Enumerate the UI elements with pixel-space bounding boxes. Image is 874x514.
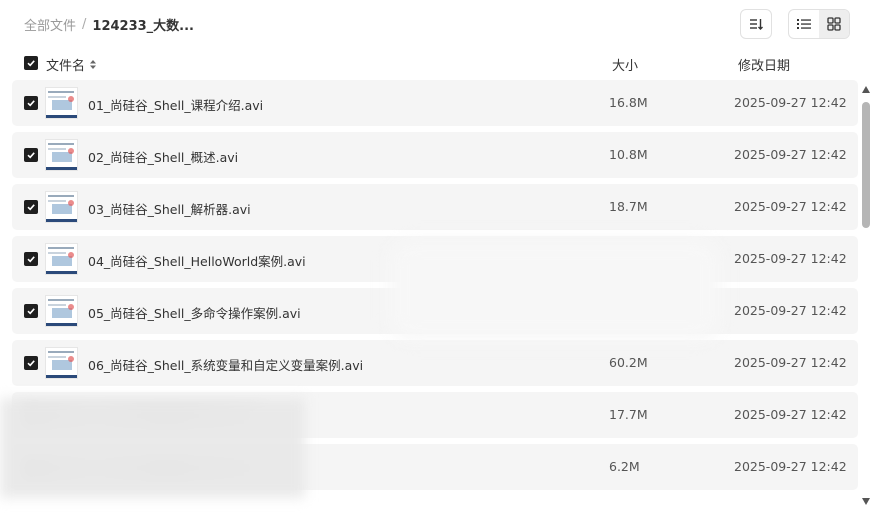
row-checkbox[interactable] <box>24 96 38 110</box>
scroll-down-arrow-icon[interactable] <box>862 498 870 505</box>
video-thumbnail <box>45 139 78 171</box>
scroll-up-arrow-icon[interactable] <box>862 86 870 93</box>
name-column-header[interactable]: 文件名 <box>46 55 97 74</box>
file-modified-date: 2025-09-27 12:42 <box>734 147 847 162</box>
file-size: 16.8M <box>609 95 648 110</box>
video-thumbnail <box>45 191 78 223</box>
size-column-header[interactable]: 大小 <box>612 55 638 74</box>
file-row[interactable]: 03_尚硅谷_Shell_解析器.avi 18.7M 2025-09-27 12:4… <box>12 184 858 230</box>
file-modified-date: 2025-09-27 12:42 <box>734 459 847 474</box>
video-thumbnail <box>45 87 78 119</box>
file-name[interactable]: 03_尚硅谷_Shell_解析器.avi <box>88 199 251 218</box>
checkmark-icon <box>27 360 35 367</box>
column-header: 文件名 大小 修改日期 <box>0 48 874 80</box>
file-modified-date: 2025-09-27 12:42 <box>734 95 847 110</box>
list-view-icon <box>797 19 811 29</box>
checkmark-icon <box>27 100 35 107</box>
row-checkbox[interactable] <box>24 356 38 370</box>
scroll-thumb[interactable] <box>862 102 870 228</box>
blurred-region-bottom <box>0 398 305 498</box>
view-toggle <box>788 9 850 39</box>
checkmark-icon <box>27 204 35 211</box>
breadcrumb-separator: / <box>82 17 87 32</box>
grid-view-icon <box>827 17 841 31</box>
row-checkbox[interactable] <box>24 200 38 214</box>
row-checkbox[interactable] <box>24 148 38 162</box>
file-modified-date: 2025-09-27 12:42 <box>734 303 847 318</box>
file-name[interactable]: 06_尚硅谷_Shell_系统变量和自定义变量案例.avi <box>88 355 363 374</box>
file-name[interactable]: 04_尚硅谷_Shell_HelloWorld案例.avi <box>88 251 306 270</box>
sort-button[interactable] <box>740 9 772 39</box>
video-thumbnail <box>45 243 78 275</box>
video-thumbnail <box>45 347 78 379</box>
sort-icon <box>750 19 763 30</box>
file-name[interactable]: 02_尚硅谷_Shell_概述.avi <box>88 147 238 166</box>
file-modified-date: 2025-09-27 12:42 <box>734 407 847 422</box>
date-column-header[interactable]: 修改日期 <box>738 55 790 74</box>
name-column-label: 文件名 <box>46 59 86 74</box>
file-size: 6.2M <box>609 459 640 474</box>
list-view-button[interactable] <box>789 10 819 38</box>
checkmark-icon <box>27 308 35 315</box>
file-name[interactable]: 01_尚硅谷_Shell_课程介绍.avi <box>88 95 263 114</box>
file-size: 18.7M <box>609 199 648 214</box>
file-name[interactable]: 05_尚硅谷_Shell_多命令操作案例.avi <box>88 303 301 322</box>
breadcrumb-current-folder: 124233_大数... <box>92 19 194 34</box>
row-checkbox[interactable] <box>24 304 38 318</box>
checkmark-icon <box>27 152 35 159</box>
file-size: 17.7M <box>609 407 648 422</box>
file-size: 10.8M <box>609 147 648 162</box>
file-modified-date: 2025-09-27 12:42 <box>734 355 847 370</box>
video-thumbnail <box>45 295 78 327</box>
file-modified-date: 2025-09-27 12:42 <box>734 199 847 214</box>
file-size: 60.2M <box>609 355 648 370</box>
file-row[interactable]: 01_尚硅谷_Shell_课程介绍.avi 16.8M 2025-09-27 12:… <box>12 80 858 126</box>
grid-view-button[interactable] <box>819 10 849 38</box>
breadcrumb-root-link[interactable]: 全部文件 <box>24 15 76 34</box>
row-checkbox[interactable] <box>24 252 38 266</box>
file-row[interactable]: 06_尚硅谷_Shell_系统变量和自定义变量案例.avi 60.2M 2025-0… <box>12 340 858 386</box>
top-bar: 全部文件 / 124233_大数... <box>0 0 874 48</box>
select-all-check[interactable] <box>24 56 38 70</box>
checkmark-icon <box>27 256 35 263</box>
sort-arrows-icon <box>90 60 97 69</box>
file-modified-date: 2025-09-27 12:42 <box>734 251 847 266</box>
checkmark-icon <box>27 60 35 67</box>
scrollbar[interactable] <box>861 86 871 510</box>
select-all-checkbox[interactable] <box>24 56 38 70</box>
file-row[interactable]: 02_尚硅谷_Shell_概述.avi 10.8M 2025-09-27 12:42 <box>12 132 858 178</box>
breadcrumb: 全部文件 / 124233_大数... <box>24 15 194 34</box>
blurred-region <box>390 240 720 340</box>
